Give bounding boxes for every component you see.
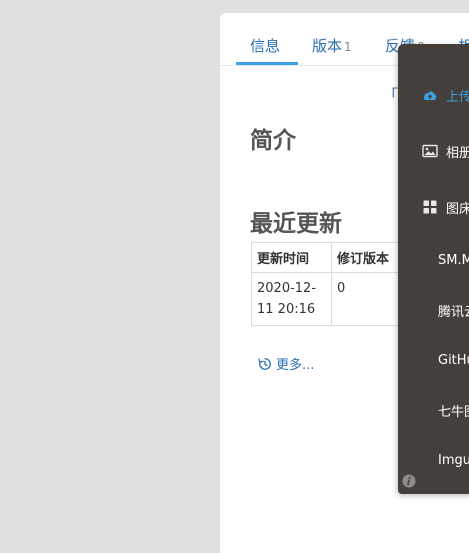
menu-item-github[interactable]: GitHub [398,345,469,375]
menu-item-image-hosts-label: 图床 [446,201,469,217]
menu-item-upload-label: 上传 [446,89,469,105]
tab-versions[interactable]: 版本 1 [312,35,352,56]
menu-item-github-label: GitHub [438,352,469,368]
tab-versions-label: 版本 [312,37,343,55]
menu-item-smms-label: SM.MS [438,252,469,268]
menu-item-tencent-cloud[interactable]: 腾讯云 [398,295,469,325]
menu-item-albums[interactable]: 相册 [398,136,469,166]
image-icon [422,144,438,158]
menu-item-upload[interactable]: 上传 [398,80,469,110]
active-tab-indicator [236,62,298,65]
updates-heading: 最近更新 [250,211,342,237]
more-updates-label: 更多... [276,358,315,373]
tab-info-label: 信息 [250,37,281,55]
column-header-time: 更新时间 [251,242,332,273]
menu-item-smms[interactable]: SM.MS [398,245,469,275]
tab-versions-count: 1 [344,40,352,54]
history-icon [258,357,271,370]
more-updates-link[interactable]: 更多... [258,354,314,373]
menu-item-albums-label: 相册 [446,145,469,161]
menu-item-imgur-label: Imgur [438,452,469,468]
menu-item-imgur[interactable]: Imgur [398,445,469,475]
cloud-upload-icon [423,91,437,100]
grid-icon [423,200,437,214]
menu-item-qiniu[interactable]: 七牛图 [398,395,469,425]
menu-item-image-hosts[interactable]: 图床 [398,192,469,222]
tab-info[interactable]: 信息 [250,35,280,56]
intro-heading: 简介 [250,128,296,154]
info-icon[interactable] [402,474,416,488]
menu-item-qiniu-label: 七牛图 [438,404,469,420]
menu-item-tencent-cloud-label: 腾讯云 [438,304,469,320]
image-host-menu-panel: 上传 相册 图床 SM.MS 腾讯云 GitHub 七牛图 Imgur [398,44,469,494]
cell-update-time: 2020-12-11 20:16 [251,272,332,326]
